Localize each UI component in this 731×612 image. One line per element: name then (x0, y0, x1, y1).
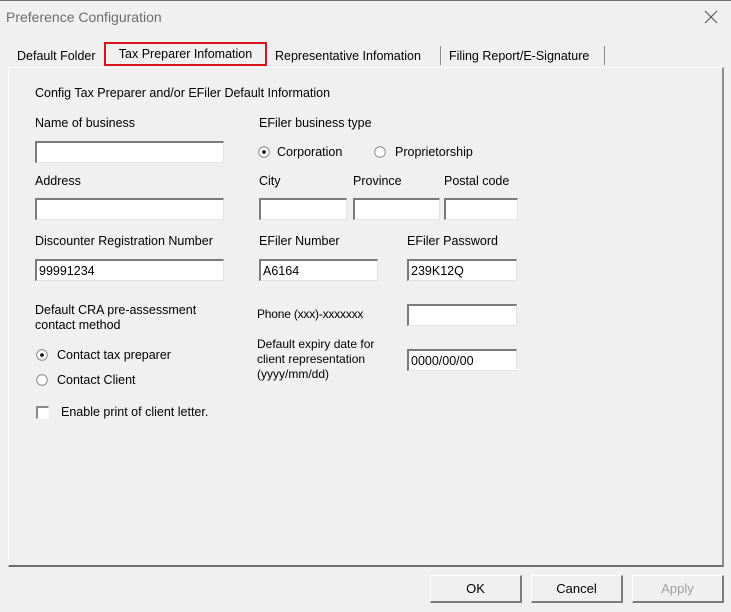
expiry-date-input[interactable] (407, 349, 517, 371)
tab-separator (604, 46, 605, 65)
name-of-business-label: Name of business (35, 116, 136, 130)
section-title: Config Tax Preparer and/or EFiler Defaul… (35, 86, 331, 100)
window-top-border (0, 0, 731, 1)
window-title: Preference Configuration (6, 9, 162, 25)
discounter-registration-number-label: Discounter Registration Number (35, 234, 213, 248)
ok-button[interactable]: OK (430, 575, 522, 603)
efiler-password-label: EFiler Password (407, 234, 498, 248)
contact-client-radio[interactable] (36, 374, 48, 386)
contact-tax-preparer-radio[interactable] (36, 349, 48, 361)
corporation-label: Corporation (277, 145, 343, 159)
contact-method-label: Default CRA pre-assessment contact metho… (35, 303, 197, 332)
expiry-date-label: Default expiry date for client represent… (257, 337, 375, 381)
contact-tax-preparer-label: Contact tax preparer (57, 348, 171, 362)
efiler-password-input[interactable] (407, 259, 517, 281)
tab-separator (440, 46, 441, 65)
corporation-radio[interactable] (258, 146, 270, 158)
phone-input[interactable] (407, 304, 517, 326)
enable-print-letter-label: Enable print of client letter. (61, 405, 209, 419)
province-input[interactable] (353, 198, 440, 220)
cancel-button[interactable]: Cancel (531, 575, 623, 603)
tab-representative-information[interactable]: Representative Infomation (275, 46, 421, 66)
address-input[interactable] (35, 198, 224, 220)
postal-code-input[interactable] (444, 198, 518, 220)
efiler-business-type-label: EFiler business type (259, 116, 372, 130)
tab-tax-preparer-information[interactable]: Tax Preparer Infomation (104, 42, 267, 66)
close-icon[interactable] (702, 8, 720, 26)
phone-label: Phone (xxx)-xxxxxxx (257, 307, 364, 321)
address-label: Address (35, 174, 81, 188)
tab-default-folder[interactable]: Default Folder (17, 46, 96, 66)
city-input[interactable] (259, 198, 347, 220)
discounter-registration-number-input[interactable] (35, 259, 224, 281)
apply-button[interactable]: Apply (632, 575, 724, 603)
proprietorship-radio[interactable] (374, 146, 386, 158)
postal-code-label: Postal code (444, 174, 510, 188)
province-label: Province (353, 174, 402, 188)
proprietorship-label: Proprietorship (395, 145, 473, 159)
name-of-business-input[interactable] (35, 141, 224, 163)
efiler-number-input[interactable] (259, 259, 378, 281)
efiler-number-label: EFiler Number (259, 234, 340, 248)
enable-print-letter-checkbox[interactable] (36, 406, 49, 419)
tab-filing-report-e-signature[interactable]: Filing Report/E-Signature (449, 46, 589, 66)
city-label: City (259, 174, 281, 188)
contact-client-label: Contact Client (57, 373, 136, 387)
